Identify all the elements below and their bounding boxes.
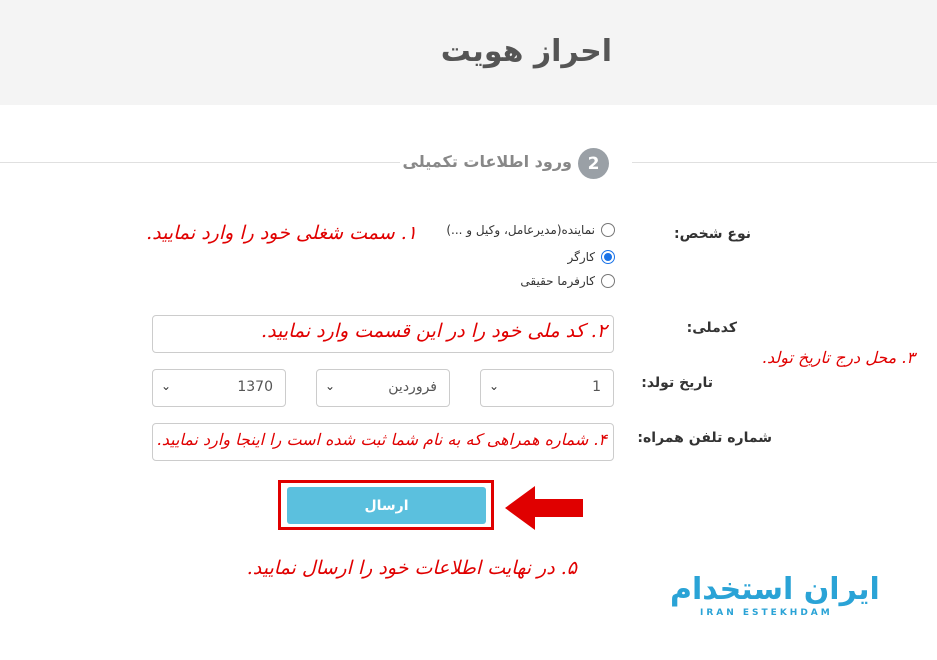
national-code-label: کدملی: (686, 320, 737, 336)
radio-worker-label: کارگر (567, 250, 596, 264)
radio-worker[interactable] (601, 250, 615, 264)
chevron-down-icon: ⌄ (325, 379, 336, 393)
step-number-badge: 2 (578, 148, 609, 179)
birth-day-value: 1 (592, 379, 601, 395)
annotation-1: ۱. سمت شغلی خود را وارد نمایید. (146, 222, 417, 244)
birth-day-select[interactable]: 1 ⌄ (480, 369, 614, 407)
annotation-2: ۲. کد ملی خود را در این قسمت وارد نمایید… (261, 320, 607, 342)
logo-subtitle: IRAN ESTEKHDAM (700, 608, 833, 618)
birth-month-value: فروردین (388, 379, 437, 395)
radio-representative-label: نماینده(مدیرعامل، وکیل و ...) (446, 223, 595, 237)
annotation-3: ۳. محل درج تاریخ تولد. (761, 348, 915, 367)
birth-month-select[interactable]: فروردین ⌄ (316, 369, 450, 407)
submit-button[interactable]: ارسال (287, 487, 486, 524)
person-type-label: نوع شخص: (673, 226, 751, 242)
step-label: ورود اطلاعات تکمیلی (402, 152, 572, 171)
step-divider-right (632, 162, 937, 163)
chevron-down-icon: ⌄ (161, 379, 172, 393)
radio-representative[interactable] (601, 223, 615, 237)
birth-year-select[interactable]: 1370 ⌄ (152, 369, 286, 407)
birth-year-value: 1370 (237, 379, 273, 395)
radio-option-employer[interactable]: کارفرما حقیقی (520, 274, 615, 288)
page-header: احراز هویت (0, 0, 937, 105)
step-divider-left (0, 162, 400, 163)
birth-date-label: تاریخ تولد: (641, 375, 713, 391)
logo-text: ایران استخدام (670, 572, 880, 607)
chevron-down-icon: ⌄ (489, 379, 500, 393)
annotation-4: ۴. شماره همراهی که به نام شما ثبت شده اس… (156, 430, 607, 449)
annotation-5: ۵. در نهایت اطلاعات خود را ارسال نمایید. (246, 557, 577, 579)
radio-option-worker[interactable]: کارگر (567, 250, 615, 264)
logo: ایران استخدام IRAN ESTEKHDAM (670, 572, 892, 632)
arrow-left-icon (505, 486, 583, 530)
radio-employer-label: کارفرما حقیقی (520, 274, 595, 288)
page-title: احراز هویت (440, 34, 612, 69)
phone-label: شماره تلفن همراه: (637, 430, 772, 446)
radio-option-representative[interactable]: نماینده(مدیرعامل، وکیل و ...) (446, 223, 615, 237)
radio-employer[interactable] (601, 274, 615, 288)
